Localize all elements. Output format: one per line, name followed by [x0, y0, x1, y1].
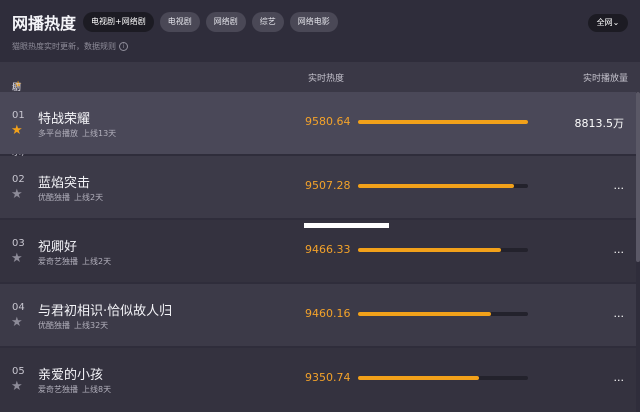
heat-value: 9580.64: [305, 115, 351, 128]
rank-number: 01: [12, 110, 25, 121]
heat-bar: [358, 312, 528, 316]
heat-bar-fill: [358, 312, 491, 316]
region-dropdown[interactable]: 全网⌄: [588, 14, 628, 32]
play-count: 8813.5万: [574, 117, 625, 130]
show-meta: 爱奇艺独播 上线2天: [38, 256, 111, 267]
show-title[interactable]: 蓝焰突击: [38, 172, 90, 191]
heat-value: 9350.74: [305, 371, 351, 384]
platform-label: 优酷独播: [38, 193, 70, 202]
column-play: 实时播放量: [582, 74, 628, 84]
ranking-row[interactable]: 05 ★ 亲爱的小孩 爱奇艺独播 上线8天 9350.74 ...: [0, 348, 636, 412]
platform-label: 爱奇艺独播: [38, 257, 78, 266]
play-count: ...: [613, 179, 625, 192]
platform-label: 爱奇艺独播: [38, 385, 78, 394]
heat-bar: [358, 120, 528, 124]
column-header: 剧集(点击 ★ 切换右侧展示) 实时热度 实时播放量: [0, 62, 640, 158]
show-meta: 优酷独播 上线32天: [38, 320, 108, 331]
online-days: 上线2天: [82, 257, 112, 266]
heat-bar-fill: [358, 376, 479, 380]
heat-value: 9460.16: [305, 307, 351, 320]
heat-bar-fill: [358, 248, 501, 252]
tab-tv-series[interactable]: 电视剧: [159, 12, 200, 32]
star-icon[interactable]: ★: [11, 252, 23, 265]
show-title[interactable]: 亲爱的小孩: [38, 364, 103, 383]
play-count: ...: [613, 243, 625, 256]
heat-bar: [358, 376, 528, 380]
show-meta: 优酷独播 上线2天: [38, 192, 103, 203]
rank-number: 05: [12, 366, 25, 377]
category-tabs: 电视剧+网络剧 电视剧 网络剧 综艺 网络电影: [83, 12, 338, 32]
heat-bar: [358, 184, 528, 188]
star-icon[interactable]: ★: [11, 316, 23, 329]
ranking-row[interactable]: 04 ★ 与君初相识·恰似故人归 优酷独播 上线32天 9460.16 ...: [0, 284, 636, 346]
rank-number: 03: [12, 238, 25, 249]
tab-variety[interactable]: 综艺: [251, 12, 284, 32]
scrollbar-thumb[interactable]: [636, 92, 640, 262]
rank-number: 04: [12, 302, 25, 313]
show-title[interactable]: 特战荣耀: [38, 108, 90, 127]
tab-web-series[interactable]: 网络剧: [205, 12, 246, 32]
heat-bar-fill: [358, 120, 528, 124]
header: 网播热度 电视剧+网络剧 电视剧 网络剧 综艺 网络电影 猫眼热度实时更新，数据…: [0, 0, 640, 62]
ranking-row[interactable]: 02 ★ 蓝焰突击 优酷独播 上线2天 9507.28 ...: [0, 156, 636, 218]
online-days: 上线32天: [74, 321, 109, 330]
play-count: ...: [613, 371, 625, 384]
heat-bar-fill: [358, 184, 515, 188]
star-icon[interactable]: ★: [11, 380, 23, 393]
play-count: ...: [613, 307, 625, 320]
show-meta: 爱奇艺独播 上线8天: [38, 384, 111, 395]
online-days: 上线8天: [82, 385, 112, 394]
star-icon[interactable]: ★: [11, 124, 23, 137]
platform-label: 优酷独播: [38, 321, 70, 330]
info-icon: i: [119, 42, 128, 51]
loading-indicator: [304, 223, 389, 228]
ranking-row[interactable]: 01 ★ 特战荣耀 多平台播放 上线13天 9580.64 8813.5万: [0, 92, 636, 154]
heat-value: 9507.28: [305, 179, 351, 192]
page-title: 网播热度: [12, 14, 77, 33]
star-icon[interactable]: ★: [11, 188, 23, 201]
show-meta: 多平台播放 上线13天: [38, 128, 116, 139]
platform-label: 多平台播放: [38, 129, 78, 138]
ranking-row[interactable]: 03 ★ 祝卿好 爱奇艺独播 上线2天 9466.33 ...: [0, 220, 636, 282]
show-title[interactable]: 与君初相识·恰似故人归: [38, 300, 172, 319]
rank-number: 02: [12, 174, 25, 185]
data-rules-link[interactable]: 猫眼热度实时更新，数据规则 i: [12, 41, 128, 52]
column-heat: 实时热度: [308, 74, 345, 84]
online-days: 上线2天: [74, 193, 104, 202]
subtitle-text: 猫眼热度实时更新，数据规则: [12, 42, 116, 51]
heat-value: 9466.33: [305, 243, 351, 256]
online-days: 上线13天: [82, 129, 117, 138]
tab-web-movie[interactable]: 网络电影: [289, 12, 338, 32]
tab-tv-and-web-series[interactable]: 电视剧+网络剧: [83, 12, 154, 32]
heat-bar: [358, 248, 528, 252]
show-title[interactable]: 祝卿好: [38, 236, 77, 255]
